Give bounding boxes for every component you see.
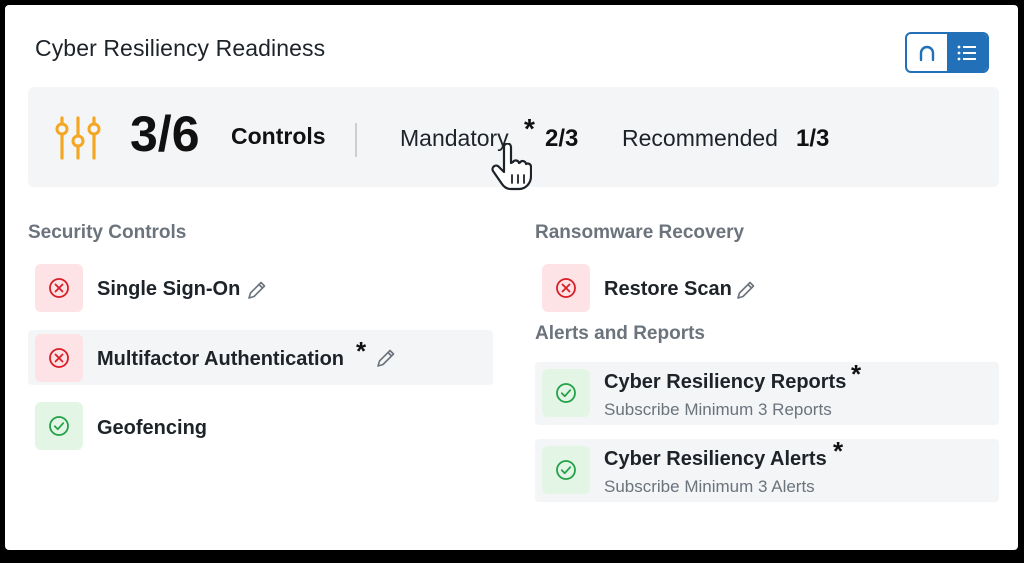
- check-circle-icon: [556, 383, 576, 403]
- status-ok: [542, 369, 590, 417]
- mandatory-asterisk: *: [851, 359, 862, 389]
- item-label: Restore Scan: [604, 278, 732, 300]
- recommended-label: Recommended: [622, 125, 778, 151]
- list-item-cyber-resiliency-reports[interactable]: Cyber Resiliency Reports * Subscribe Min…: [535, 359, 999, 425]
- controls-label: Controls: [231, 123, 326, 149]
- error-circle-icon: [49, 278, 69, 298]
- view-toggle[interactable]: [905, 32, 989, 73]
- readiness-card: Cyber Resiliency Readiness 3/6 Controls …: [5, 5, 1018, 550]
- error-circle-icon: [556, 278, 576, 298]
- controls-count: 3/6: [130, 106, 200, 162]
- summary-bar: 3/6 Controls Mandatory * 2/3 Recommended…: [28, 87, 999, 191]
- mandatory-asterisk: *: [524, 113, 535, 144]
- item-label: Multifactor Authentication: [97, 348, 345, 370]
- list-view-icon: [957, 45, 976, 60]
- hand-cursor-icon: [491, 143, 532, 191]
- status-fail: [35, 264, 83, 312]
- recommended-value: 1/3: [796, 125, 830, 152]
- list-item-single-sign-on[interactable]: Single Sign-On: [28, 262, 493, 314]
- item-subtitle: Subscribe Minimum 3 Alerts: [604, 477, 815, 496]
- section-title-ransomware: Ransomware Recovery: [535, 222, 745, 243]
- pencil-edit-icon[interactable]: [246, 279, 268, 301]
- status-fail: [542, 264, 590, 312]
- section-title-alerts: Alerts and Reports: [535, 323, 705, 344]
- arc-view-icon: [919, 45, 935, 61]
- section-title-security: Security Controls: [28, 222, 187, 243]
- list-view-button[interactable]: [947, 34, 987, 71]
- mandatory-asterisk: *: [833, 436, 844, 466]
- error-circle-icon: [49, 348, 69, 368]
- list-item-cyber-resiliency-alerts[interactable]: Cyber Resiliency Alerts * Subscribe Mini…: [535, 436, 999, 502]
- check-circle-icon: [556, 460, 576, 480]
- arc-view-button[interactable]: [907, 34, 947, 71]
- check-circle-icon: [49, 416, 69, 436]
- list-item-geofencing[interactable]: Geofencing: [28, 400, 493, 452]
- item-label: Single Sign-On: [97, 278, 241, 300]
- list-item-multifactor-authentication[interactable]: Multifactor Authentication *: [28, 330, 493, 385]
- item-label: Cyber Resiliency Reports: [604, 371, 847, 393]
- status-fail: [35, 334, 83, 382]
- item-label: Geofencing: [97, 417, 208, 439]
- sliders-icon: [55, 116, 101, 160]
- item-subtitle: Subscribe Minimum 3 Reports: [604, 400, 832, 419]
- mandatory-asterisk: *: [356, 336, 367, 366]
- item-label: Cyber Resiliency Alerts: [604, 448, 827, 470]
- pencil-edit-icon[interactable]: [375, 347, 397, 369]
- pencil-edit-icon[interactable]: [735, 279, 757, 301]
- status-ok: [542, 446, 590, 494]
- list-item-restore-scan[interactable]: Restore Scan: [535, 262, 1000, 314]
- card-title: Cyber Resiliency Readiness: [35, 35, 326, 61]
- mandatory-value: 2/3: [545, 125, 579, 152]
- status-ok: [35, 402, 83, 450]
- summary-divider: [355, 123, 357, 157]
